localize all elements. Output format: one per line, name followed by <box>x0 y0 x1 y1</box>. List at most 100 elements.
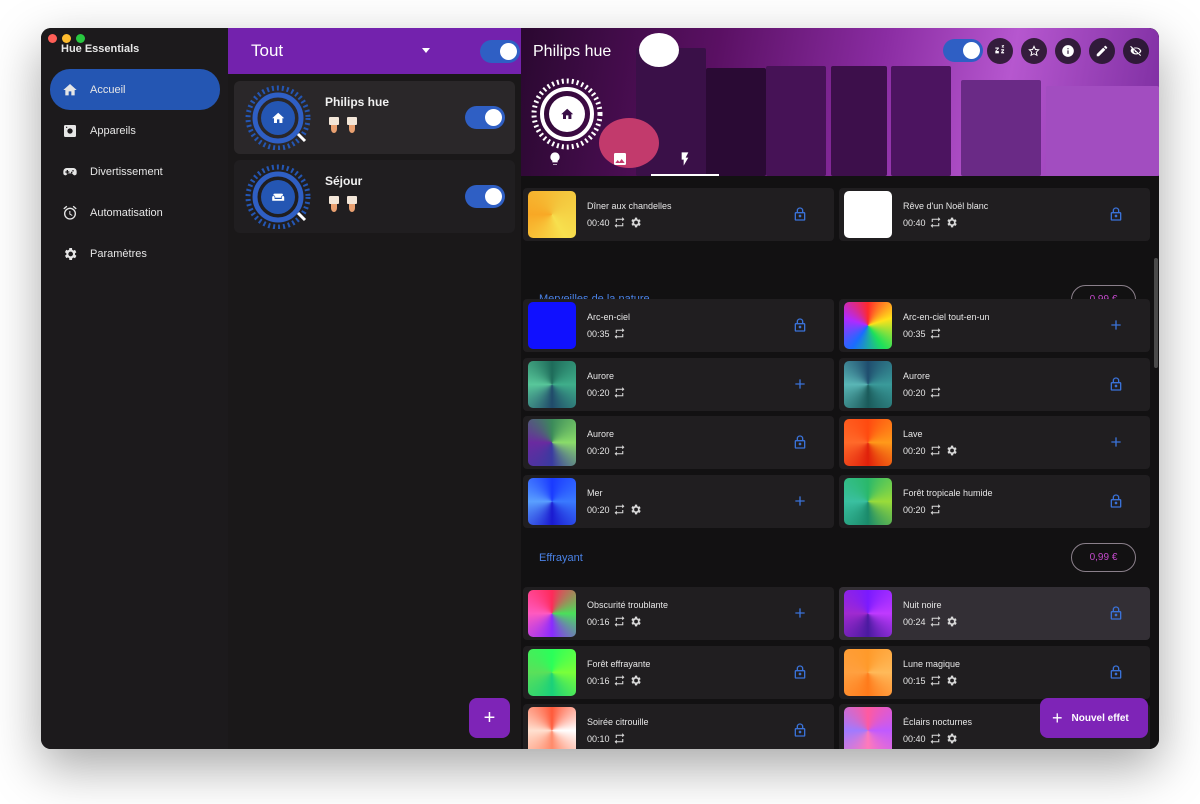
effect-duration: 00:15 <box>903 675 926 686</box>
brightness-dial[interactable] <box>242 84 314 150</box>
settings-icon[interactable] <box>629 615 642 628</box>
add-icon[interactable] <box>1108 434 1124 450</box>
room-power-toggle[interactable] <box>943 39 983 62</box>
sidebar-item-parametres[interactable]: Paramètres <box>50 233 220 274</box>
lock-icon[interactable] <box>1108 664 1124 680</box>
effect-name: Lune magique <box>903 659 961 669</box>
effect-card[interactable]: Aurore 00:20 <box>523 416 834 469</box>
effect-card[interactable]: Dîner aux chandelles 00:40 <box>523 188 834 241</box>
effect-swatch <box>844 419 892 466</box>
effect-card[interactable]: Arc-en-ciel tout-en-un 00:35 <box>839 299 1150 352</box>
close-window-button[interactable] <box>48 34 57 43</box>
lock-icon[interactable] <box>792 664 808 680</box>
add-icon[interactable] <box>792 605 808 621</box>
rooms-filter-label: Tout <box>251 41 284 60</box>
effects-list: Dîner aux chandelles 00:40 Rêve d'un Noë… <box>521 176 1159 749</box>
rooms-filter-header[interactable]: Tout <box>228 28 521 74</box>
effect-card[interactable]: Aurore 00:20 <box>523 358 834 411</box>
edit-icon[interactable] <box>1089 38 1115 64</box>
lock-icon[interactable] <box>1108 376 1124 392</box>
room-toggle[interactable] <box>465 185 505 208</box>
tab-scenes[interactable] <box>612 151 628 167</box>
add-icon[interactable] <box>792 493 808 509</box>
room-title: Philips hue <box>533 43 612 60</box>
effect-name: Obscurité troublante <box>587 600 669 610</box>
effect-card[interactable]: Soirée citrouille 00:10 <box>523 704 834 749</box>
maximize-window-button[interactable] <box>76 34 85 43</box>
loop-icon <box>930 387 940 398</box>
effect-duration: 00:40 <box>903 733 926 744</box>
add-room-button[interactable]: + <box>469 698 510 738</box>
room-brightness-dial[interactable] <box>529 76 605 152</box>
lock-icon[interactable] <box>792 434 808 450</box>
app-title: Hue Essentials <box>61 43 140 55</box>
lock-icon[interactable] <box>1108 206 1124 222</box>
chevron-down-icon[interactable] <box>422 48 430 53</box>
settings-icon[interactable] <box>629 216 642 229</box>
all-rooms-toggle[interactable] <box>480 40 520 63</box>
loop-icon <box>930 733 940 744</box>
sidebar-item-appareils[interactable]: Appareils <box>50 110 220 151</box>
loop-icon <box>930 675 940 686</box>
room-card-sejour[interactable]: Séjour <box>234 160 515 233</box>
effect-duration: 00:20 <box>587 387 610 398</box>
new-effect-button[interactable]: + Nouvel effet <box>1040 698 1148 738</box>
settings-icon[interactable] <box>945 674 958 687</box>
lock-icon[interactable] <box>792 317 808 333</box>
effect-meta: 00:16 <box>587 674 642 687</box>
room-name: Philips hue <box>325 95 390 109</box>
bulb-icon <box>329 196 339 213</box>
sleep-icon[interactable] <box>987 38 1013 64</box>
hide-icon[interactable] <box>1123 38 1149 64</box>
settings-icon[interactable] <box>629 674 642 687</box>
effect-card[interactable]: Mer 00:20 <box>523 475 834 528</box>
brightness-dial[interactable] <box>242 163 314 229</box>
effect-meta: 00:40 <box>587 216 642 229</box>
image-icon <box>614 153 626 165</box>
lock-icon[interactable] <box>792 722 808 738</box>
sidebar-item-divertissement[interactable]: Divertissement <box>50 151 220 192</box>
room-card-philips-hue[interactable]: Philips hue <box>234 81 515 154</box>
price-button[interactable]: 0,99 € <box>1071 543 1136 572</box>
effect-name: Dîner aux chandelles <box>587 201 672 211</box>
settings-icon[interactable] <box>945 615 958 628</box>
lock-icon[interactable] <box>792 206 808 222</box>
sidebar-item-automatisation[interactable]: Automatisation <box>50 192 220 233</box>
room-toggle[interactable] <box>465 106 505 129</box>
lock-icon[interactable] <box>1108 605 1124 621</box>
settings-icon[interactable] <box>945 444 958 457</box>
tab-effects[interactable] <box>677 151 693 167</box>
effect-card[interactable]: Nuit noire 00:24 <box>839 587 1150 640</box>
info-icon[interactable] <box>1055 38 1081 64</box>
effect-duration: 00:20 <box>587 504 610 515</box>
effect-card[interactable]: Lune magique 00:15 <box>839 646 1150 699</box>
effect-name: Aurore <box>587 429 615 439</box>
sidebar-item-accueil[interactable]: Accueil <box>50 69 220 110</box>
sidebar-item-label: Automatisation <box>90 206 163 219</box>
effect-card[interactable]: Obscurité troublante 00:16 <box>523 587 834 640</box>
effect-card[interactable]: Arc-en-ciel 00:35 <box>523 299 834 352</box>
effect-card[interactable]: Forêt tropicale humide 00:20 <box>839 475 1150 528</box>
minimize-window-button[interactable] <box>62 34 71 43</box>
tab-lights[interactable] <box>547 151 563 167</box>
add-icon[interactable] <box>1108 317 1124 333</box>
room-header-image: Philips hue <box>521 28 1159 176</box>
star-icon[interactable] <box>1021 38 1047 64</box>
lock-icon[interactable] <box>1108 493 1124 509</box>
settings-icon[interactable] <box>945 732 958 745</box>
effect-card[interactable]: Aurore 00:20 <box>839 358 1150 411</box>
effect-name: Forêt tropicale humide <box>903 488 993 498</box>
effect-swatch <box>528 707 576 749</box>
product-box-image <box>891 66 951 176</box>
effect-meta: 00:35 <box>903 327 942 340</box>
scrollbar[interactable] <box>1154 258 1158 368</box>
add-icon[interactable] <box>792 376 808 392</box>
effect-swatch <box>844 590 892 637</box>
effect-duration: 00:16 <box>587 616 610 627</box>
settings-icon[interactable] <box>629 503 642 516</box>
effect-card[interactable]: Rêve d'un Noël blanc 00:40 <box>839 188 1150 241</box>
effect-card[interactable]: Lave 00:20 <box>839 416 1150 469</box>
settings-icon[interactable] <box>945 216 958 229</box>
effect-swatch <box>528 590 576 637</box>
effect-card[interactable]: Forêt effrayante 00:16 <box>523 646 834 699</box>
